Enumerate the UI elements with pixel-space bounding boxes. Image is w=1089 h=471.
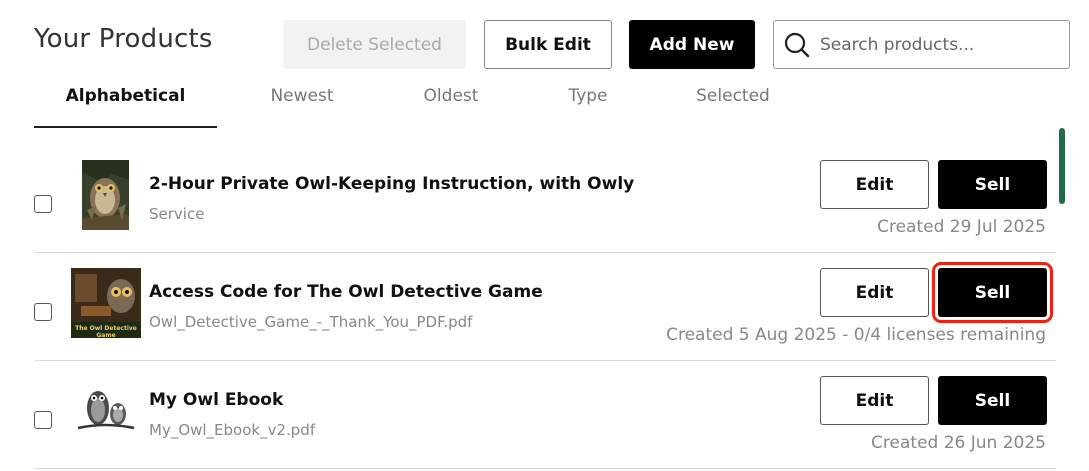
owl-sketch-thumbnail [76, 382, 136, 434]
edit-button[interactable]: Edit [820, 268, 929, 317]
row-checkbox[interactable] [34, 195, 52, 213]
delete-selected-button[interactable]: Delete Selected [283, 20, 466, 69]
add-new-button[interactable]: Add New [629, 20, 755, 69]
tab-newest[interactable]: Newest [252, 86, 352, 126]
bulk-edit-button[interactable]: Bulk Edit [484, 20, 612, 69]
search-box[interactable] [773, 20, 1070, 69]
product-name[interactable]: My Owl Ebook [149, 390, 283, 410]
product-row: My Owl Ebook My_Owl_Ebook_v2.pdf Edit Se… [34, 360, 1056, 469]
owl-detective-game-thumbnail: The Owl Detective Game [71, 268, 141, 338]
product-filename: Owl_Detective_Game_-_Thank_You_PDF.pdf [149, 313, 473, 331]
product-filename: My_Owl_Ebook_v2.pdf [149, 421, 316, 439]
page-title: Your Products [34, 24, 213, 54]
sort-tabs: Alphabetical Newest Oldest Type Selected [34, 86, 794, 128]
tab-oldest[interactable]: Oldest [402, 86, 500, 126]
product-type: Service [149, 205, 205, 223]
sell-button[interactable]: Sell [938, 160, 1047, 209]
row-checkbox[interactable] [34, 411, 52, 429]
tab-alphabetical[interactable]: Alphabetical [34, 86, 217, 128]
edit-button[interactable]: Edit [820, 160, 929, 209]
owl-painting-icon [82, 160, 129, 230]
tab-selected[interactable]: Selected [682, 86, 784, 126]
created-date-licenses: Created 5 Aug 2025 - 0/4 licenses remain… [666, 325, 1046, 345]
row-checkbox[interactable] [34, 303, 52, 321]
edit-button[interactable]: Edit [820, 376, 929, 425]
search-icon [784, 32, 810, 57]
owl-sketch-icon [77, 391, 135, 430]
created-date: Created 26 Jun 2025 [871, 433, 1046, 453]
product-row: The Owl Detective Game Access Code for T… [34, 252, 1056, 361]
tab-type[interactable]: Type [544, 86, 632, 126]
product-name[interactable]: 2-Hour Private Owl-Keeping Instruction, … [149, 174, 634, 194]
sell-button[interactable]: Sell [938, 376, 1047, 425]
thumbnail-caption: The Owl Detective Game [75, 325, 137, 338]
created-date: Created 29 Jul 2025 [877, 217, 1046, 237]
sell-button[interactable]: Sell [932, 262, 1053, 323]
scrollbar[interactable] [1059, 128, 1065, 204]
search-input[interactable] [818, 33, 1062, 56]
product-name[interactable]: Access Code for The Owl Detective Game [149, 282, 543, 302]
owl-painting-thumbnail [82, 160, 129, 230]
product-row: 2-Hour Private Owl-Keeping Instruction, … [34, 144, 1056, 253]
